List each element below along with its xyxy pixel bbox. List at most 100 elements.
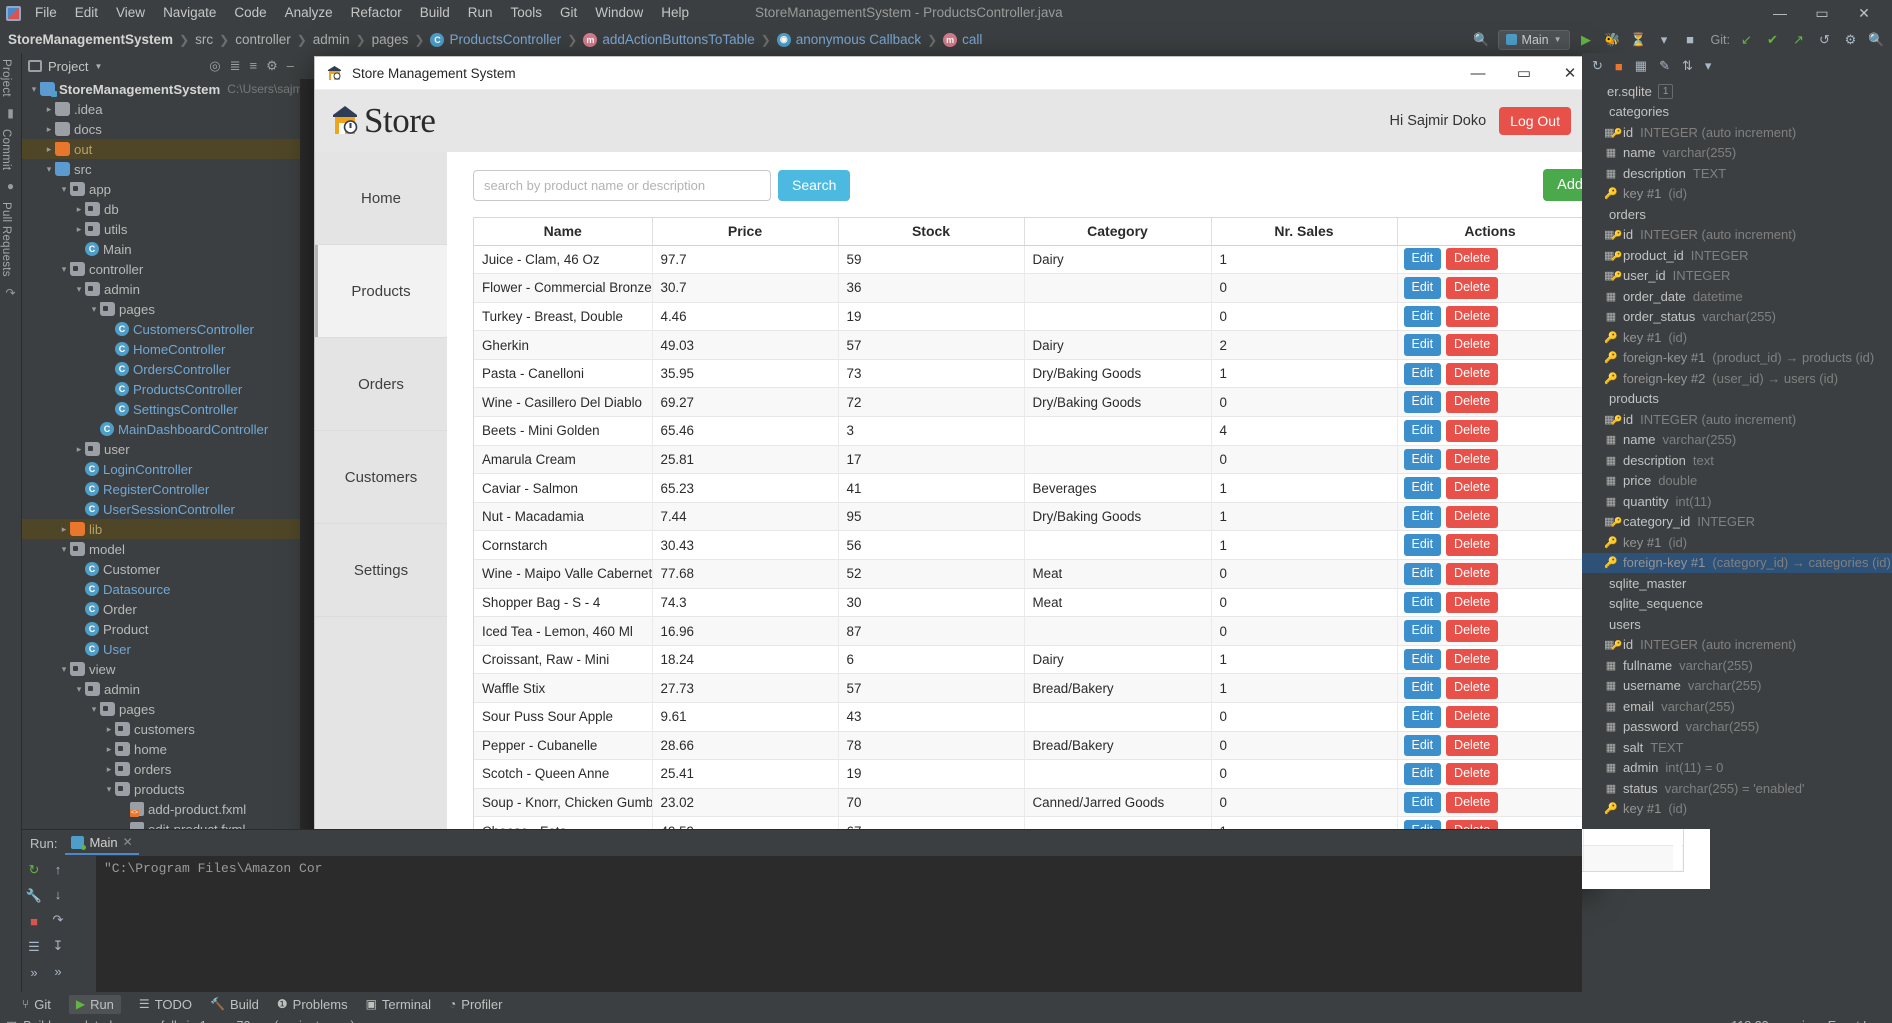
- chevron-right-icon[interactable]: ▸: [103, 764, 115, 775]
- edit-button[interactable]: Edit: [1403, 591, 1442, 614]
- db-node-id[interactable]: ▦🔑 id INTEGER (auto increment): [1582, 225, 1892, 246]
- close-icon[interactable]: ✕: [123, 835, 133, 849]
- edit-button[interactable]: Edit: [1403, 534, 1442, 557]
- tree-node-productscontroller[interactable]: C ProductsController: [22, 379, 300, 399]
- tool-tab-todo[interactable]: ☰ TODO: [139, 997, 192, 1012]
- tree-node-customers[interactable]: ▸ customers: [22, 719, 300, 739]
- locate-file-icon[interactable]: ◎: [209, 58, 220, 74]
- db-console-icon[interactable]: ✎: [1659, 58, 1670, 74]
- column-header-category[interactable]: Category: [1024, 218, 1212, 246]
- table-row[interactable]: Amarula Cream 25.81 17 0 Edit Delete: [474, 445, 1683, 475]
- delete-button[interactable]: Delete: [1446, 677, 1499, 700]
- breadcrumb-item-2[interactable]: controller: [235, 32, 291, 47]
- delete-button[interactable]: Delete: [1446, 305, 1499, 328]
- menu-item-tools[interactable]: Tools: [502, 0, 552, 26]
- db-node-salt[interactable]: ▦ salt TEXT: [1582, 737, 1892, 758]
- tree-node-app[interactable]: ▾ app: [22, 179, 300, 199]
- tree-node-pages[interactable]: ▾ pages: [22, 299, 300, 319]
- tool-tab-build[interactable]: 🔨 Build: [210, 997, 259, 1012]
- tree-node-main[interactable]: C Main: [22, 239, 300, 259]
- edit-button[interactable]: Edit: [1403, 763, 1442, 785]
- breadcrumb-item-1[interactable]: src: [195, 32, 213, 47]
- tree-node-view[interactable]: ▾ view: [22, 659, 300, 679]
- rail-label-project[interactable]: Project: [0, 53, 12, 103]
- edit-button[interactable]: Edit: [1403, 391, 1442, 414]
- tree-node-lib[interactable]: ▸ lib: [22, 519, 300, 539]
- ide-close-button[interactable]: ✕: [1844, 0, 1884, 26]
- chevron-down-icon[interactable]: ▼: [94, 62, 102, 71]
- stop-icon[interactable]: ■: [1681, 30, 1700, 49]
- db-node-id[interactable]: ▦🔑 id INTEGER (auto increment): [1582, 635, 1892, 656]
- tree-node-customerscontroller[interactable]: C CustomersController: [22, 319, 300, 339]
- db-node-foreign-key-1[interactable]: 🔑 foreign-key #1 (category_id) → categorie…: [1582, 552, 1892, 573]
- edit-button[interactable]: Edit: [1403, 505, 1442, 528]
- profiler-icon[interactable]: ⏳: [1629, 30, 1648, 49]
- git-commit-icon[interactable]: ✔: [1763, 30, 1782, 49]
- tree-node-orderscontroller[interactable]: C OrdersController: [22, 359, 300, 379]
- delete-button[interactable]: Delete: [1446, 562, 1499, 585]
- menu-item-refactor[interactable]: Refactor: [342, 0, 411, 26]
- edit-button[interactable]: Edit: [1403, 248, 1442, 271]
- chevron-down-icon[interactable]: ▾: [58, 544, 70, 555]
- chevron-down-icon[interactable]: ▾: [73, 284, 85, 295]
- column-header-name[interactable]: Name: [474, 218, 653, 246]
- delete-button[interactable]: Delete: [1446, 248, 1499, 271]
- db-stop-icon[interactable]: ■: [1615, 59, 1623, 74]
- delete-button[interactable]: Delete: [1446, 648, 1499, 671]
- chevron-right-icon[interactable]: ▸: [58, 524, 70, 535]
- db-node-id[interactable]: ▦🔑 id INTEGER (auto increment): [1582, 409, 1892, 430]
- delete-button[interactable]: Delete: [1446, 705, 1499, 728]
- delete-button[interactable]: Delete: [1446, 448, 1499, 471]
- table-row[interactable]: Flower - Commercial Bronze 30.7 36 0 Edit Del…: [474, 273, 1683, 303]
- db-node-fullname[interactable]: ▦ fullname varchar(255): [1582, 655, 1892, 676]
- app-minimize-button[interactable]: —: [1455, 57, 1501, 90]
- db-node-order-date[interactable]: ▦ order_date datetime: [1582, 286, 1892, 307]
- menu-item-window[interactable]: Window: [586, 0, 652, 26]
- table-row[interactable]: Pepper - Cubanelle 28.66 78 Bread/Bakery 0 Ed…: [474, 731, 1683, 761]
- tree-node-home[interactable]: ▸ home: [22, 739, 300, 759]
- delete-button[interactable]: Delete: [1446, 791, 1499, 814]
- chevron-right-icon[interactable]: ▸: [73, 204, 85, 215]
- chevron-right-icon[interactable]: ▸: [103, 744, 115, 755]
- tool-tab-git[interactable]: ⑂ Git: [22, 997, 51, 1012]
- db-node-email[interactable]: ▦ email varchar(255): [1582, 696, 1892, 717]
- collapse-all-icon[interactable]: ≡: [250, 58, 258, 74]
- column-header-actions[interactable]: Actions: [1397, 218, 1584, 246]
- edit-button[interactable]: Edit: [1403, 677, 1442, 700]
- hide-panel-icon[interactable]: –: [287, 58, 294, 74]
- tree-node-orders[interactable]: ▸ orders: [22, 759, 300, 779]
- menu-item-navigate[interactable]: Navigate: [154, 0, 225, 26]
- db-table-icon[interactable]: ▦: [1635, 58, 1647, 74]
- soft-wrap-icon[interactable]: ↷: [53, 912, 64, 928]
- breadcrumb-item-4[interactable]: pages: [372, 32, 409, 47]
- tree-node-model[interactable]: ▾ model: [22, 539, 300, 559]
- edit-button[interactable]: Edit: [1403, 305, 1442, 328]
- chevron-right-icon[interactable]: ▸: [103, 724, 115, 735]
- chevron-right-icon[interactable]: ▸: [43, 104, 55, 115]
- chevron-right-icon[interactable]: ▸: [73, 444, 85, 455]
- menu-item-edit[interactable]: Edit: [66, 0, 107, 26]
- edit-button[interactable]: Edit: [1403, 334, 1442, 356]
- status-branch[interactable]: main: [1785, 1019, 1812, 1023]
- delete-button[interactable]: Delete: [1446, 763, 1499, 785]
- status-caret-position[interactable]: 118:22: [1731, 1019, 1768, 1023]
- tree-node-product[interactable]: C Product: [22, 619, 300, 639]
- status-event-log[interactable]: Event Log: [1828, 1019, 1884, 1023]
- menu-item-view[interactable]: View: [107, 0, 154, 26]
- rail-folder-icon[interactable]: ▮: [0, 103, 21, 123]
- expand-all-icon[interactable]: ≣: [230, 58, 241, 74]
- db-node-sqlite-sequence[interactable]: sqlite_sequence: [1582, 594, 1892, 615]
- chevron-right-icon[interactable]: ▸: [43, 124, 55, 135]
- git-history-icon[interactable]: ↺: [1815, 30, 1834, 49]
- tree-node-settingscontroller[interactable]: C SettingsController: [22, 399, 300, 419]
- breadcrumb-item-5[interactable]: C ProductsController: [430, 32, 561, 47]
- table-row[interactable]: Iced Tea - Lemon, 460 Ml 16.96 87 0 Edit Dele…: [474, 616, 1683, 646]
- delete-button[interactable]: Delete: [1446, 734, 1499, 757]
- app-maximize-button[interactable]: ▭: [1501, 57, 1547, 90]
- db-refresh-icon[interactable]: ↻: [1592, 58, 1603, 74]
- run-configuration-selector[interactable]: Main ▼: [1497, 29, 1570, 50]
- breadcrumb-item-0[interactable]: StoreManagementSystem: [8, 32, 173, 47]
- menu-item-help[interactable]: Help: [652, 0, 698, 26]
- column-header-stock[interactable]: Stock: [838, 218, 1025, 246]
- table-row[interactable]: Shopper Bag - S - 4 74.3 30 Meat 0 Edit Delete: [474, 588, 1683, 618]
